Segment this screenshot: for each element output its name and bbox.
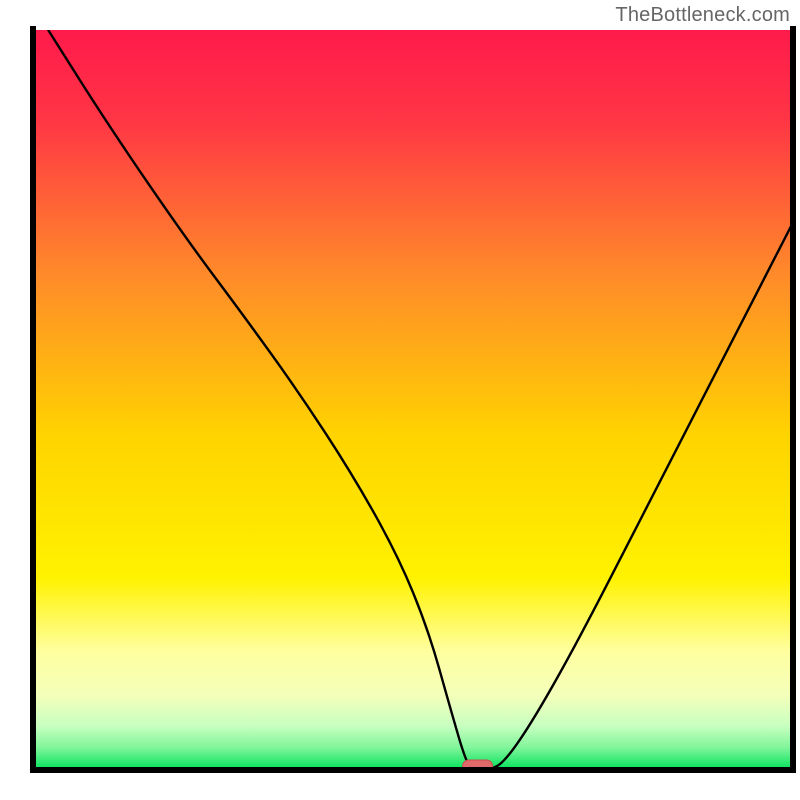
bottleneck-chart-svg <box>0 0 800 800</box>
plot-background <box>33 30 793 770</box>
watermark-text: TheBottleneck.com <box>615 4 790 27</box>
chart-container: TheBottleneck.com <box>0 0 800 800</box>
